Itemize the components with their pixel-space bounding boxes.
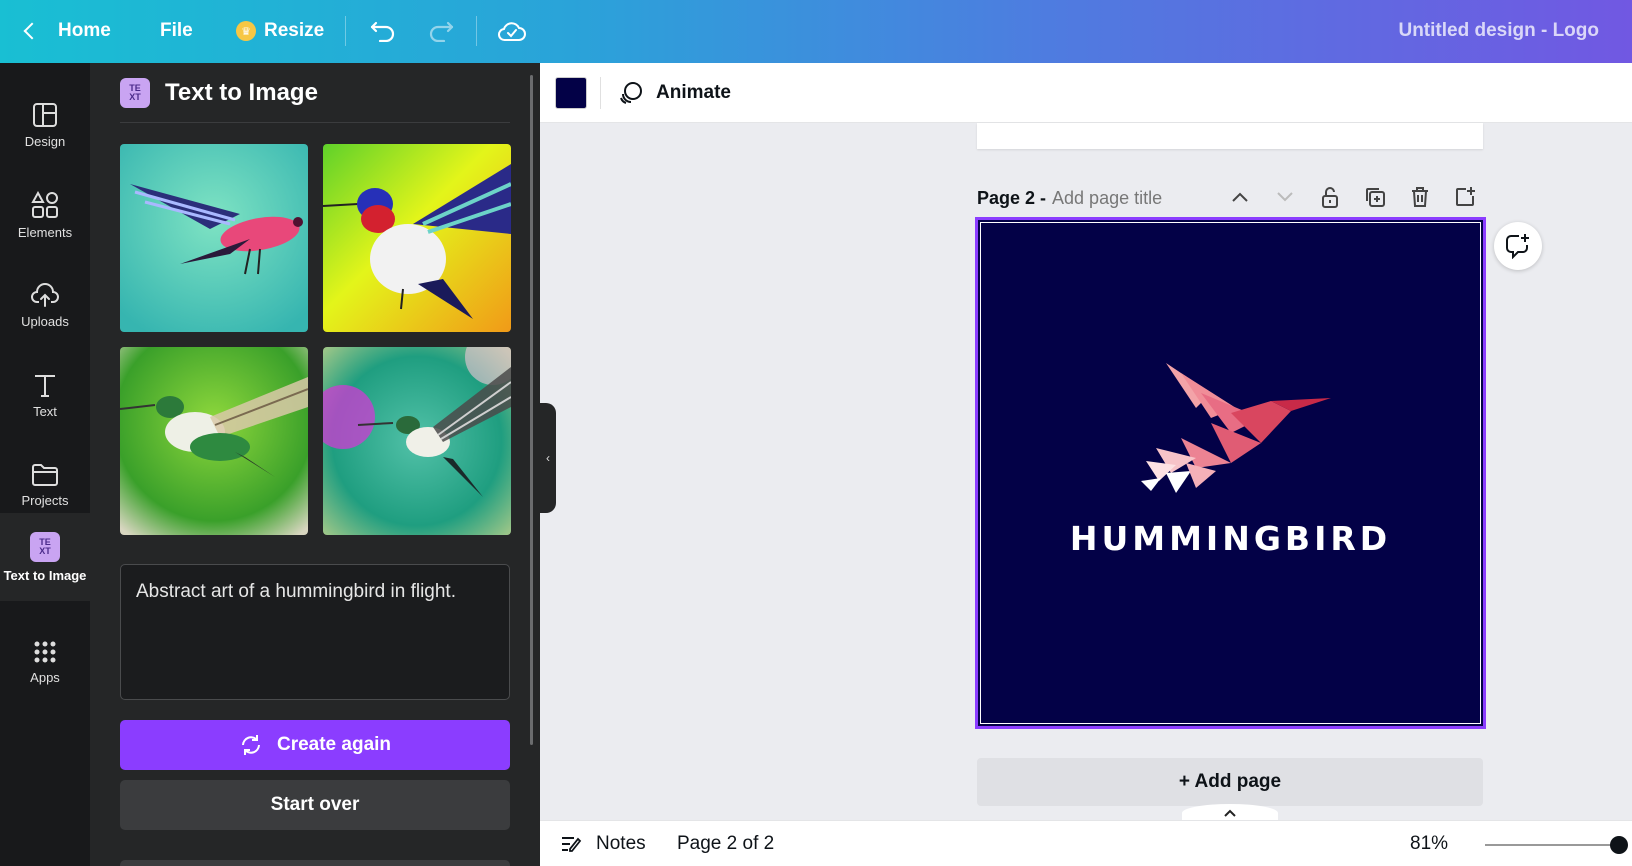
page-title-input[interactable]: Add page title <box>1052 188 1162 209</box>
add-comment-button[interactable] <box>1494 222 1542 270</box>
rail-item-label: Apps <box>30 669 60 685</box>
panel-scrollbar[interactable] <box>530 75 533 745</box>
design-title[interactable]: Untitled design - Logo <box>1398 14 1599 48</box>
top-bar: Home File ♛ Resize Untitled design - Log… <box>0 0 1632 63</box>
zoom-slider-handle[interactable] <box>1610 836 1628 854</box>
redo-button[interactable] <box>424 14 458 48</box>
chevron-left-icon <box>23 22 41 40</box>
rail-item-apps[interactable]: Apps <box>0 618 90 706</box>
rail-item-label: Projects <box>21 492 69 508</box>
crown-icon: ♛ <box>236 21 256 41</box>
page-number-label: Page 2 - <box>977 187 1047 208</box>
generated-image-1[interactable] <box>120 144 308 332</box>
duplicate-icon <box>1366 188 1385 207</box>
panel-header: TE XT Text to Image <box>120 75 318 111</box>
layout-icon <box>33 102 57 127</box>
rail-item-elements[interactable]: Elements <box>0 171 90 259</box>
duplicate-page-button[interactable] <box>1360 182 1390 212</box>
chevron-down-icon <box>1277 192 1293 202</box>
rail-item-text[interactable]: Text <box>0 351 90 439</box>
context-toolbar: Animate <box>540 63 1632 123</box>
generated-image-3[interactable] <box>120 347 308 535</box>
animate-button[interactable]: Animate <box>618 77 731 109</box>
notes-button[interactable]: Notes <box>560 829 646 859</box>
text-to-image-icon: TE XT <box>120 78 150 108</box>
page-1-canvas[interactable] <box>977 123 1483 149</box>
delete-page-button[interactable] <box>1405 182 1435 212</box>
logo-text[interactable]: HUMMINGBIRD <box>981 519 1480 558</box>
divider <box>120 122 510 123</box>
rail-item-label: Text <box>33 403 57 419</box>
text-to-image-panel: TE XT Text to Image Abstract art of a hu… <box>90 63 540 866</box>
color-swatch-button[interactable] <box>555 77 587 109</box>
toolbar-divider <box>345 16 346 46</box>
start-over-button[interactable]: Start over <box>120 780 510 830</box>
rail-item-text-to-image[interactable]: TE XT Text to Image <box>0 513 90 601</box>
zoom-slider-track[interactable] <box>1485 844 1615 846</box>
add-page-icon <box>1456 187 1475 206</box>
undo-button[interactable] <box>366 14 400 48</box>
chevron-up-icon <box>1232 192 1248 202</box>
rail-item-label: Design <box>24 133 66 149</box>
redo-icon <box>429 21 454 42</box>
notes-icon <box>562 837 582 852</box>
text-to-image-icon: TE XT <box>30 531 60 562</box>
zoom-level[interactable]: 81% <box>1410 829 1448 859</box>
page-count-button[interactable]: Page 2 of 2 <box>677 829 774 859</box>
file-label: File <box>160 20 193 41</box>
left-rail: Design Elements Uploads Text Projects TE… <box>0 63 90 866</box>
generated-image-4[interactable] <box>323 347 511 535</box>
chevron-up-icon <box>1224 809 1236 817</box>
undo-icon <box>370 21 395 42</box>
trash-icon <box>1412 187 1428 207</box>
animate-label: Animate <box>656 82 731 103</box>
rail-item-label: Uploads <box>21 313 69 329</box>
canvas-background: HUMMINGBIRD <box>980 222 1481 724</box>
resize-button[interactable]: ♛ Resize <box>236 14 324 48</box>
rail-item-label: Elements <box>17 224 73 240</box>
cloud-upload-icon <box>31 282 59 307</box>
cloud-save-button[interactable] <box>495 14 529 48</box>
hummingbird-logo-graphic[interactable] <box>1141 363 1331 503</box>
rail-item-label: Text to Image <box>3 567 87 583</box>
prompt-textarea[interactable]: Abstract art of a hummingbird in flight. <box>120 564 510 700</box>
text-icon <box>35 374 55 397</box>
unlock-icon <box>1322 187 1338 208</box>
grid-icon <box>34 641 56 662</box>
resize-label: Resize <box>264 20 325 41</box>
page-2-canvas[interactable]: HUMMINGBIRD <box>975 217 1486 729</box>
lock-page-button[interactable] <box>1315 182 1345 212</box>
folder-icon <box>32 463 58 486</box>
toolbar-divider <box>476 16 477 46</box>
add-page-icon-button[interactable] <box>1450 182 1480 212</box>
start-over-label: Start over <box>270 794 360 815</box>
notes-label: Notes <box>596 833 646 854</box>
refresh-icon <box>241 735 260 755</box>
cloud-check-icon <box>498 22 526 41</box>
bottom-bar: Notes Page 2 of 2 81% <box>540 820 1632 866</box>
add-page-button[interactable]: + Add page <box>977 758 1483 806</box>
generated-image-2[interactable] <box>323 144 511 332</box>
home-button[interactable]: Home <box>23 14 111 48</box>
home-label: Home <box>58 20 111 41</box>
rail-item-uploads[interactable]: Uploads <box>0 261 90 349</box>
file-menu-button[interactable]: File <box>160 14 193 48</box>
rail-item-design[interactable]: Design <box>0 81 90 169</box>
animate-icon <box>620 82 642 104</box>
move-page-up-button[interactable] <box>1225 182 1255 212</box>
panel-extra-button[interactable] <box>120 860 510 866</box>
panel-title: Text to Image <box>165 79 318 106</box>
create-again-label: Create again <box>276 734 392 755</box>
page-label: Page 2 - Add page title <box>977 184 1162 212</box>
collapse-panel-button[interactable]: ‹ <box>540 403 556 513</box>
comment-plus-icon <box>1506 234 1529 259</box>
create-again-button[interactable]: Create again <box>120 720 510 770</box>
toolbar-divider <box>600 77 601 109</box>
chevron-left-icon: ‹ <box>546 451 550 465</box>
shapes-icon <box>31 190 58 218</box>
move-page-down-button[interactable] <box>1270 182 1300 212</box>
